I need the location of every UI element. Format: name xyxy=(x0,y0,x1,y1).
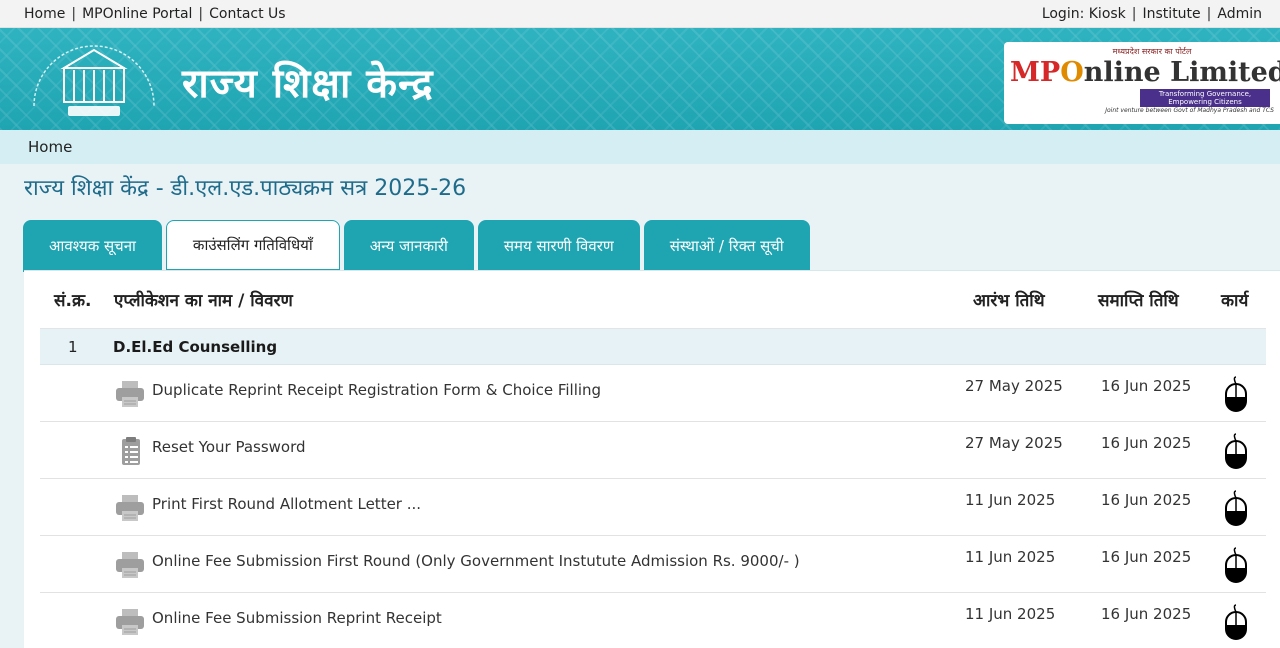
mponline-logo[interactable]: मध्यप्रदेश सरकार का पोर्टल MPOnline Limi… xyxy=(1004,42,1280,124)
end-date: 16 Jun 2025 xyxy=(1101,605,1192,623)
header-serial: सं.क्र. xyxy=(54,291,92,311)
banner-title: राज्य शिक्षा केन्द्र xyxy=(182,60,434,107)
printer-icon xyxy=(116,495,144,521)
home-link[interactable]: Home xyxy=(24,6,65,22)
table-row: Reset Your Password 27 May 2025 16 Jun 2… xyxy=(40,422,1266,479)
group-serial: 1 xyxy=(68,337,78,356)
clipboard-icon xyxy=(122,437,140,465)
logo-top-text: मध्यप्रदेश सरकार का पोर्टल xyxy=(1112,47,1192,56)
printer-icon xyxy=(116,381,144,407)
breadcrumb-home[interactable]: Home xyxy=(28,138,72,156)
top-left-links: Home | MPOnline Portal | Contact Us xyxy=(24,6,286,22)
start-date: 11 Jun 2025 xyxy=(965,605,1056,623)
mouse-click-icon[interactable] xyxy=(1223,375,1249,413)
rajya-shiksha-kendra-emblem-icon xyxy=(33,45,155,116)
end-date: 16 Jun 2025 xyxy=(1101,548,1192,566)
application-link[interactable]: Reset Your Password xyxy=(152,438,306,456)
logo-wordmark: MPOnline Limited xyxy=(1010,57,1280,88)
tab-important-notice[interactable]: आवश्यक सूचना xyxy=(23,220,162,272)
mponline-portal-link[interactable]: MPOnline Portal xyxy=(82,6,192,22)
start-date: 11 Jun 2025 xyxy=(965,548,1056,566)
tab-institutes-vacancy-list[interactable]: संस्थाओं / रिक्त सूची xyxy=(643,220,810,272)
logo-subline: Joint venture between Govt of Madhya Pra… xyxy=(1105,107,1274,114)
application-link[interactable]: Duplicate Reprint Receipt Registration F… xyxy=(152,381,601,399)
page-title: राज्य शिक्षा केंद्र - डी.एल.एड.पाठ्यक्रम… xyxy=(24,176,467,201)
logo-tagline: Transforming Governance, Empowering Citi… xyxy=(1140,89,1270,107)
table-row: Online Fee Submission Reprint Receipt 11… xyxy=(40,593,1266,648)
end-date: 16 Jun 2025 xyxy=(1101,491,1192,509)
separator: | xyxy=(71,5,77,22)
application-link[interactable]: Online Fee Submission First Round (Only … xyxy=(152,552,800,570)
group-row: 1 D.El.Ed Counselling xyxy=(40,329,1266,365)
start-date: 11 Jun 2025 xyxy=(965,491,1056,509)
mouse-click-icon[interactable] xyxy=(1223,603,1249,641)
group-name: D.El.Ed Counselling xyxy=(113,337,278,356)
tab-timetable-details[interactable]: समय सारणी विवरण xyxy=(477,220,640,272)
tab-other-information[interactable]: अन्य जानकारी xyxy=(343,220,474,272)
application-link[interactable]: Online Fee Submission Reprint Receipt xyxy=(152,609,442,627)
table-header: सं.क्र. एप्लीकेशन का नाम / विवरण आरंभ ति… xyxy=(40,271,1266,329)
application-link[interactable]: Print First Round Allotment Letter ... xyxy=(152,495,421,513)
top-bar: Home | MPOnline Portal | Contact Us Logi… xyxy=(0,0,1280,28)
header-start-date: आरंभ तिथि xyxy=(973,291,1045,311)
separator: | xyxy=(1131,5,1137,22)
breadcrumb: Home xyxy=(0,130,1280,164)
start-date: 27 May 2025 xyxy=(965,434,1063,452)
separator: | xyxy=(198,5,204,22)
institute-link[interactable]: Institute xyxy=(1143,6,1201,22)
mouse-click-icon[interactable] xyxy=(1223,432,1249,470)
top-right-links: Login: Kiosk | Institute | Admin xyxy=(1042,6,1262,22)
separator: | xyxy=(1206,5,1212,22)
header-end-date: समाप्ति तिथि xyxy=(1098,291,1179,311)
activities-table: सं.क्र. एप्लीकेशन का नाम / विवरण आरंभ ति… xyxy=(24,270,1280,648)
tab-bar: आवश्यक सूचना काउंसलिंग गतिविधियाँ अन्य ज… xyxy=(23,220,1280,272)
mouse-click-icon[interactable] xyxy=(1223,489,1249,527)
contact-us-link[interactable]: Contact Us xyxy=(209,6,285,22)
table-row: Duplicate Reprint Receipt Registration F… xyxy=(40,365,1266,422)
mouse-click-icon[interactable] xyxy=(1223,546,1249,584)
end-date: 16 Jun 2025 xyxy=(1101,377,1192,395)
printer-icon xyxy=(116,609,144,635)
header-banner: राज्य शिक्षा केन्द्र मध्यप्रदेश सरकार का… xyxy=(0,28,1280,130)
table-row: Print First Round Allotment Letter ... 1… xyxy=(40,479,1266,536)
tab-counselling-activities[interactable]: काउंसलिंग गतिविधियाँ xyxy=(165,220,340,272)
printer-icon xyxy=(116,552,144,578)
table-row: Online Fee Submission First Round (Only … xyxy=(40,536,1266,593)
login-kiosk-link[interactable]: Login: Kiosk xyxy=(1042,6,1126,22)
header-action: कार्य xyxy=(1221,291,1249,311)
admin-link[interactable]: Admin xyxy=(1217,6,1262,22)
start-date: 27 May 2025 xyxy=(965,377,1063,395)
end-date: 16 Jun 2025 xyxy=(1101,434,1192,452)
header-application-name: एप्लीकेशन का नाम / विवरण xyxy=(114,291,293,311)
